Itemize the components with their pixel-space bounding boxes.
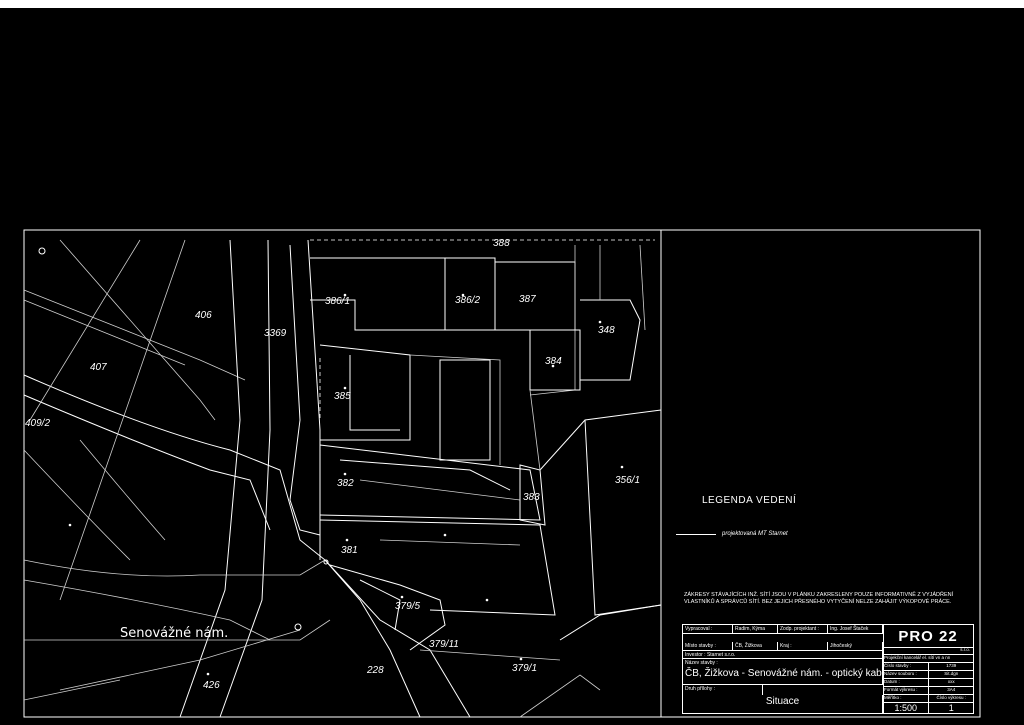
cislo-vykresu-value: 1 <box>927 703 974 713</box>
parcel-label: 409/2 <box>25 418 50 429</box>
legend-line-symbol <box>676 533 716 535</box>
parcel-label: 426 <box>203 680 220 691</box>
parcel-label: 228 <box>366 665 384 676</box>
datum-value: xxx <box>927 679 974 686</box>
datum-label: Datum : <box>884 679 900 684</box>
parcel-label: 388 <box>493 238 510 249</box>
cislo-stavby-label: Číslo stavby : <box>884 663 912 668</box>
cislo-vykresu-label: Číslo výkresu : <box>927 695 974 702</box>
parcel-label: 348 <box>598 325 615 336</box>
parcel-label: 382 <box>337 478 354 489</box>
misto-label: Místo stavby : <box>683 642 733 651</box>
meritko-value: 1:500 <box>894 703 918 713</box>
meritko-label: Měřítko : <box>884 695 902 700</box>
parcel-label: 407 <box>90 362 107 373</box>
misto-value: ČB, Žižkova <box>733 642 778 651</box>
parcel-label: 356/1 <box>615 475 640 486</box>
legend-item-label: projektovaná MT Starnet <box>722 531 788 537</box>
parcel-label: 387 <box>519 294 536 305</box>
site-plan-drawing: 388 386/1 386/2 387 406 3369 348 384 407… <box>23 229 981 718</box>
parcel-label: 385 <box>334 391 351 402</box>
legend-item: projektovaná MT Starnet <box>676 531 788 537</box>
nazev-souboru-label: Název souboru : <box>884 671 917 676</box>
zodp-value: Ing. Josef Štaček <box>828 625 883 634</box>
parcel-label: 379/11 <box>429 639 459 650</box>
nazev-label: Název stavby : <box>683 659 883 667</box>
disclaimer-note: ZÁKRESY STÁVAJÍCÍCH INŽ. SÍTÍ JSOU V PLÁ… <box>684 592 954 605</box>
nazev-value: ČB, Žižkova - Senovážné nám. - optický k… <box>683 667 883 685</box>
logo-subtitle: s.r.o. <box>960 647 970 652</box>
druh-label: Druh přílohy : <box>683 685 763 695</box>
company-logo: PRO 22 <box>883 625 973 648</box>
parcel-label: 3369 <box>264 328 287 339</box>
parcel-label: 386/2 <box>455 295 480 306</box>
zodp-label: Zodp. projektant : <box>778 625 828 634</box>
kraj-label: Kraj : <box>778 642 828 651</box>
format-label: Formát výkresu : <box>884 687 918 692</box>
vypracoval-value: Radim, Kýma <box>733 625 778 634</box>
vypracoval-label: Vypracoval : <box>683 625 733 634</box>
title-block: Vypracoval : Radim, Kýma Zodp. projektan… <box>682 624 974 714</box>
street-label: Senovážné nám. <box>120 626 228 641</box>
druh-value: Situace <box>683 695 883 713</box>
parcel-label: 381 <box>341 545 358 556</box>
kraj-value: Jihočeský <box>828 642 883 651</box>
office-label: Projekční kancelář el. sítí vn a nn <box>884 655 951 660</box>
investor: Investor : Starnet s.r.o. <box>683 651 883 659</box>
legend-title: LEGENDA VEDENÍ <box>702 495 797 506</box>
parcel-label: 379/5 <box>395 601 420 612</box>
parcel-label: 379/1 <box>512 663 537 674</box>
parcel-label: 383 <box>523 492 540 503</box>
parcel-label: 406 <box>195 310 212 321</box>
cislo-stavby-value: 1739 <box>927 663 974 670</box>
parcel-label: 384 <box>545 356 562 367</box>
parcel-label: 386/1 <box>325 296 350 307</box>
nazev-souboru-value: Sit.dgn <box>927 671 974 678</box>
format-value: 3A4 <box>927 687 974 694</box>
